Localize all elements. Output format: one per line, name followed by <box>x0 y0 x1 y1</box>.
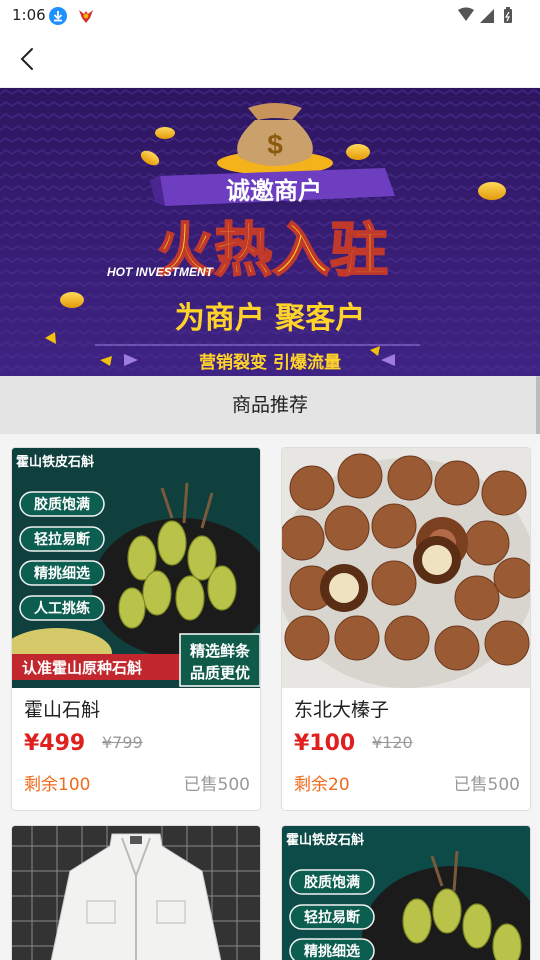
product-sold: 已售500 <box>183 775 250 795</box>
img-tag-2: 轻拉易断 <box>34 531 90 548</box>
product-grid: 霍山铁皮石斛 胶质饱满 轻拉易断 精挑细选 人工挑练 认准霍山原种石斛 精选鲜条… <box>0 434 540 960</box>
product-name: 东北大榛子 <box>294 699 390 721</box>
dendrobium-image: 霍山铁皮石斛 胶质饱满 轻拉易断 精挑细选 人工挑练 认准霍山原种石斛 精选鲜条… <box>12 448 260 688</box>
img-bottom-right-2: 品质更优 <box>190 664 250 682</box>
banner-tagline: 营销裂变 引爆流量 <box>199 352 341 373</box>
product-image: 霍山铁皮石斛 胶质饱满 轻拉易断 精挑细选 人工挑练 认准霍山原种石斛 精选鲜条… <box>12 448 260 688</box>
product-price: ¥100 <box>294 731 356 756</box>
img-tag-1: 胶质饱满 <box>34 496 90 513</box>
product-card[interactable]: 东北大榛子 ¥100 ¥120 剩余20 已售500 <box>281 447 531 811</box>
banner-top-label: 诚邀商户 <box>226 177 322 205</box>
banner-slogan: 为商户 聚客户 <box>175 301 365 336</box>
img-bottom-left: 认准霍山原种石斛 <box>22 659 142 677</box>
img-tag-3: 精挑细选 <box>34 565 90 582</box>
product-card[interactable]: 霍山铁皮石斛 胶质饱满 轻拉易断 精挑细选 人工挑练 认准霍山原种石斛 精选鲜条… <box>11 447 261 811</box>
product-price: ¥499 <box>24 731 86 756</box>
top-bar <box>0 32 540 88</box>
jacket-image <box>12 826 260 960</box>
merchant-banner[interactable]: $ 诚邀商户 火热入驻 HOT INVESTMENT 为商户 聚客户 营销裂变 … <box>0 88 540 376</box>
product-image: 霍山铁皮石斛 胶质饱满 轻拉易断 精挑细选 <box>282 826 530 960</box>
section-title: 商品推荐 <box>0 376 540 434</box>
product-image <box>12 826 260 960</box>
banner-graphic: $ 诚邀商户 火热入驻 HOT INVESTMENT 为商户 聚客户 营销裂变 … <box>0 88 540 376</box>
banner-sub-en: HOT INVESTMENT <box>107 265 215 279</box>
img-tag-2: 轻拉易断 <box>304 909 360 926</box>
app-logo-icon <box>79 10 93 23</box>
product-image <box>282 448 530 688</box>
img-tag-3: 精挑细选 <box>304 943 360 960</box>
status-time: 1:06 <box>12 6 46 24</box>
svg-text:$: $ <box>267 129 283 160</box>
img-tag-4: 人工挑练 <box>34 600 90 617</box>
img-brand-text: 霍山铁皮石斛 <box>16 454 94 470</box>
system-status-icons <box>458 7 512 23</box>
product-name: 霍山石斛 <box>24 699 101 721</box>
img-tag-1: 胶质饱满 <box>304 874 360 891</box>
status-bar: 1:06 <box>0 0 540 32</box>
product-old-price: ¥799 <box>102 733 143 752</box>
dendrobium-image: 霍山铁皮石斛 胶质饱满 轻拉易断 精挑细选 <box>282 826 530 960</box>
product-remaining: 剩余20 <box>294 775 350 795</box>
img-bottom-right-1: 精选鲜条 <box>190 642 251 660</box>
product-sold: 已售500 <box>453 775 520 795</box>
product-remaining: 剩余100 <box>24 775 91 795</box>
product-card[interactable]: 霍山铁皮石斛 胶质饱满 轻拉易断 精挑细选 <box>281 825 531 960</box>
back-arrow-icon[interactable] <box>14 44 44 74</box>
hazelnut-image <box>282 448 530 688</box>
download-icon <box>49 7 67 25</box>
scrollbar[interactable] <box>536 376 540 436</box>
page: 1:06 $ 诚邀商户 火热入驻 HOT INVESTMENT 为商户 聚客户 … <box>0 0 540 960</box>
product-card[interactable] <box>11 825 261 960</box>
img-brand-text: 霍山铁皮石斛 <box>286 832 364 848</box>
product-old-price: ¥120 <box>372 733 413 752</box>
